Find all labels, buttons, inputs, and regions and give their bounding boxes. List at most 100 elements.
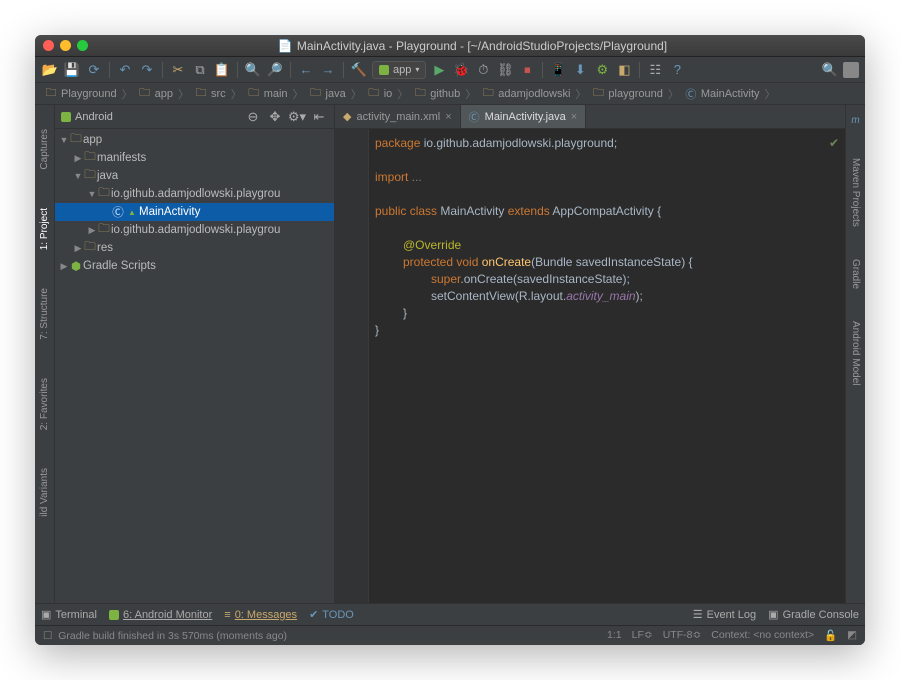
tab-maven[interactable]: Maven Projects <box>850 154 861 231</box>
project-view-selector[interactable]: Android <box>75 111 240 123</box>
forward-icon[interactable]: → <box>319 61 337 79</box>
debug-icon[interactable]: 🐞 <box>452 61 470 79</box>
tree-app[interactable]: ▼🗀app <box>55 131 334 149</box>
crumb-io[interactable]: 🗀io <box>364 83 396 104</box>
status-message: Gradle build finished in 3s 570ms (momen… <box>58 630 287 642</box>
separator <box>639 62 640 78</box>
line-ending[interactable]: LF≎ <box>632 629 653 642</box>
collapse-icon[interactable]: ⊖ <box>244 108 262 126</box>
gradle-icon[interactable]: ⚙ <box>593 61 611 79</box>
make-icon[interactable]: 🔨 <box>350 61 368 79</box>
caret-position[interactable]: 1:1 <box>607 629 622 642</box>
redo-icon[interactable]: ↷ <box>138 61 156 79</box>
project-tree: ▼🗀app ▶🗀manifests ▼🗀java ▼🗀io.github.ada… <box>55 129 334 603</box>
code-editor[interactable]: ✔ package io.github.adamjodlowski.playgr… <box>335 129 845 603</box>
run-icon[interactable]: ▶ <box>430 61 448 79</box>
cut-icon[interactable]: ✂ <box>169 61 187 79</box>
tab-project[interactable]: 1: Project <box>39 204 50 254</box>
btn-terminal[interactable]: ▣ Terminal <box>41 608 97 621</box>
stop-icon[interactable]: ⏹ <box>518 61 536 79</box>
breadcrumb-bar: 🗀Playground〉 🗀app〉 🗀src〉 🗀main〉 🗀java〉 🗀… <box>35 83 865 105</box>
profile-icon[interactable]: ⏱ <box>474 61 492 79</box>
crumb-main[interactable]: 🗀main <box>244 83 291 104</box>
maven-m-icon: m <box>851 111 859 130</box>
structure-icon[interactable]: ☷ <box>646 61 664 79</box>
android-icon <box>61 112 71 122</box>
tree-manifests[interactable]: ▶🗀manifests <box>55 149 334 167</box>
save-icon[interactable]: 💾 <box>63 61 81 79</box>
back-icon[interactable]: ← <box>297 61 315 79</box>
undo-icon[interactable]: ↶ <box>116 61 134 79</box>
workspace-icon[interactable]: ◩ <box>847 629 857 642</box>
run-config-label: app <box>393 64 411 76</box>
avd-icon[interactable]: 📱 <box>549 61 567 79</box>
body: Captures 1: Project 7: Structure 2: Favo… <box>35 105 865 603</box>
layout-icon[interactable]: ◧ <box>615 61 633 79</box>
tree-res[interactable]: ▶🗀res <box>55 239 334 257</box>
help-icon[interactable]: ? <box>668 61 686 79</box>
sdk-icon[interactable]: ⬇ <box>571 61 589 79</box>
close-window-button[interactable] <box>43 40 54 51</box>
btn-todo[interactable]: ✔ TODO <box>309 608 354 621</box>
btn-messages[interactable]: ≡ 0: Messages <box>224 609 297 621</box>
tree-pkg2[interactable]: ▶🗀io.github.adamjodlowski.playgrou <box>55 221 334 239</box>
user-icon[interactable] <box>843 62 859 78</box>
right-tool-gutter: m Maven Projects Gradle Android Model <box>845 105 865 603</box>
btn-gradle-console[interactable]: ▣ Gradle Console <box>768 608 859 621</box>
crumb-mainactivity[interactable]: ⒸMainActivity <box>681 85 763 103</box>
crumb-playground[interactable]: 🗀Playground <box>41 83 120 104</box>
editor-tabs: ◆activity_main.xml× ⒸMainActivity.java× <box>335 105 845 129</box>
tab-android-model[interactable]: Android Model <box>850 317 861 389</box>
tree-gradle-scripts[interactable]: ▶⬢Gradle Scripts <box>55 257 334 275</box>
editor-area: ◆activity_main.xml× ⒸMainActivity.java× … <box>335 105 845 603</box>
sync-icon[interactable]: ⟳ <box>85 61 103 79</box>
separator <box>237 62 238 78</box>
zoom-window-button[interactable] <box>77 40 88 51</box>
close-tab-icon[interactable]: × <box>445 111 451 123</box>
status-hide-icon[interactable]: ☐ <box>43 630 52 642</box>
search-icon[interactable]: 🔍 <box>821 61 839 79</box>
hide-icon[interactable]: ⇤ <box>310 108 328 126</box>
run-config-selector[interactable]: app ▾ <box>372 61 426 79</box>
project-panel-header: Android ⊖ ✥ ⚙▾ ⇤ <box>55 105 334 129</box>
find-icon[interactable]: 🔍 <box>244 61 262 79</box>
tab-gradle[interactable]: Gradle <box>850 255 861 293</box>
crumb-github[interactable]: 🗀github <box>410 83 463 104</box>
copy-icon[interactable]: ⧉ <box>191 61 209 79</box>
crumb-app[interactable]: 🗀app <box>135 83 176 104</box>
file-icon: 📄 <box>278 39 293 53</box>
crumb-java[interactable]: 🗀java <box>306 83 349 104</box>
separator <box>343 62 344 78</box>
encoding[interactable]: UTF-8≎ <box>663 629 702 642</box>
replace-icon[interactable]: 🔎 <box>266 61 284 79</box>
tab-build-variants[interactable]: ild Variants <box>39 464 50 521</box>
tab-mainactivity-java[interactable]: ⒸMainActivity.java× <box>461 105 587 128</box>
tab-favorites[interactable]: 2: Favorites <box>39 374 50 434</box>
context[interactable]: Context: <no context> <box>711 629 814 642</box>
crumb-adamjodlowski[interactable]: 🗀adamjodlowski <box>478 83 573 104</box>
open-icon[interactable]: 📂 <box>41 61 59 79</box>
gutter <box>335 129 369 603</box>
tree-java[interactable]: ▼🗀java <box>55 167 334 185</box>
btn-android-monitor[interactable]: 6: Android Monitor <box>109 609 212 621</box>
crumb-src[interactable]: 🗀src <box>191 83 229 104</box>
bottom-tool-bar: ▣ Terminal 6: Android Monitor ≡ 0: Messa… <box>35 603 865 625</box>
ide-window: 📄 MainActivity.java - Playground - [~/An… <box>35 35 865 645</box>
paste-icon[interactable]: 📋 <box>213 61 231 79</box>
close-tab-icon[interactable]: × <box>571 111 577 123</box>
separator <box>109 62 110 78</box>
target-icon[interactable]: ✥ <box>266 108 284 126</box>
tree-pkg1[interactable]: ▼🗀io.github.adamjodlowski.playgrou <box>55 185 334 203</box>
lock-icon[interactable]: 🔓 <box>824 629 837 642</box>
separator <box>162 62 163 78</box>
tree-mainactivity[interactable]: Ⓒ▲MainActivity <box>55 203 334 221</box>
settings-icon[interactable]: ⚙▾ <box>288 108 306 126</box>
tab-structure[interactable]: 7: Structure <box>39 284 50 344</box>
traffic-lights <box>43 40 88 51</box>
tab-activity-main-xml[interactable]: ◆activity_main.xml× <box>335 105 461 128</box>
btn-event-log[interactable]: ☰ Event Log <box>693 608 756 621</box>
minimize-window-button[interactable] <box>60 40 71 51</box>
crumb-playground-pkg[interactable]: 🗀playground <box>588 83 665 104</box>
tab-captures[interactable]: Captures <box>39 125 50 174</box>
attach-icon[interactable]: ⛓ <box>496 61 514 79</box>
